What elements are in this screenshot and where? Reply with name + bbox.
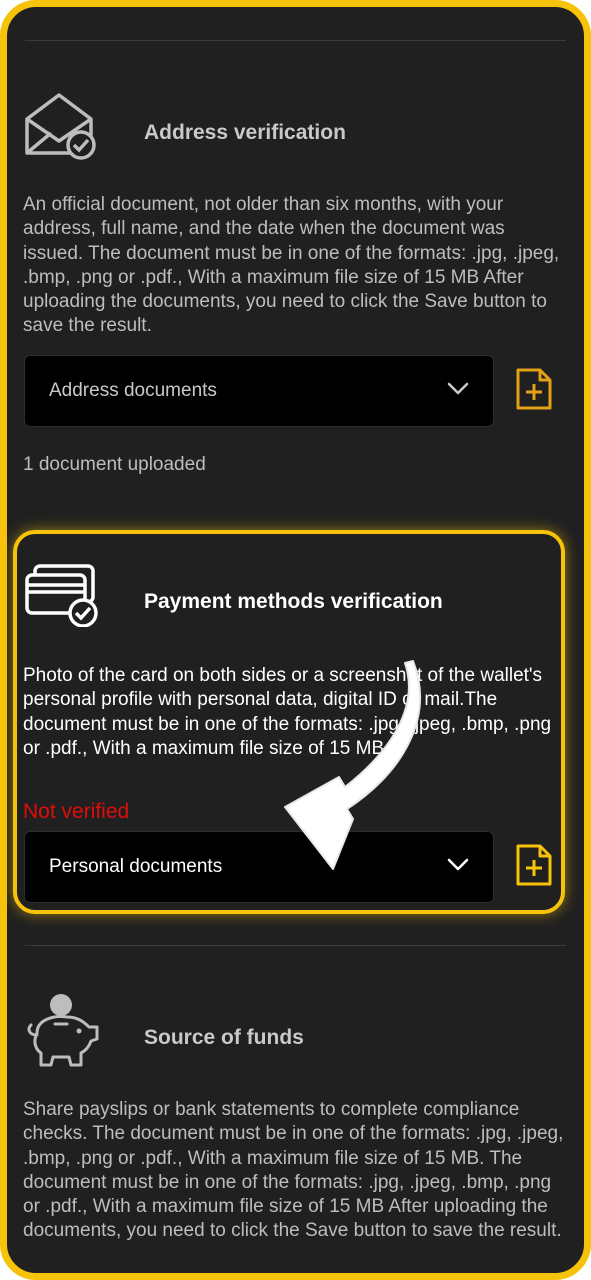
- funds-section-description: Share payslips or bank statements to com…: [23, 1099, 564, 1242]
- piggy-bank-icon: [23, 991, 103, 1078]
- address-documents-select-value: Address documents: [49, 380, 217, 401]
- payment-section-title: Payment methods verification: [144, 590, 443, 613]
- top-divider: [25, 40, 566, 41]
- upload-address-document-icon[interactable]: [514, 367, 554, 416]
- address-documents-select[interactable]: Address documents: [24, 355, 494, 427]
- pointer-arrow-icon: [275, 657, 425, 887]
- verification-status: Not verified: [23, 800, 130, 823]
- address-section-description: An official document, not older than six…: [23, 194, 560, 337]
- envelope-check-icon: [23, 89, 99, 168]
- funds-section-title: Source of funds: [144, 1026, 304, 1049]
- address-section-title: Address verification: [144, 121, 346, 144]
- chevron-down-icon: [447, 858, 469, 877]
- chevron-down-icon: [447, 382, 469, 401]
- upload-personal-document-icon[interactable]: [514, 843, 554, 892]
- personal-documents-select-value: Personal documents: [49, 856, 223, 877]
- phone-frame: Address verification An official documen…: [0, 0, 591, 1280]
- credit-cards-check-icon: [23, 563, 103, 632]
- address-uploaded-count: 1 document uploaded: [23, 454, 206, 475]
- section-divider: [25, 945, 566, 946]
